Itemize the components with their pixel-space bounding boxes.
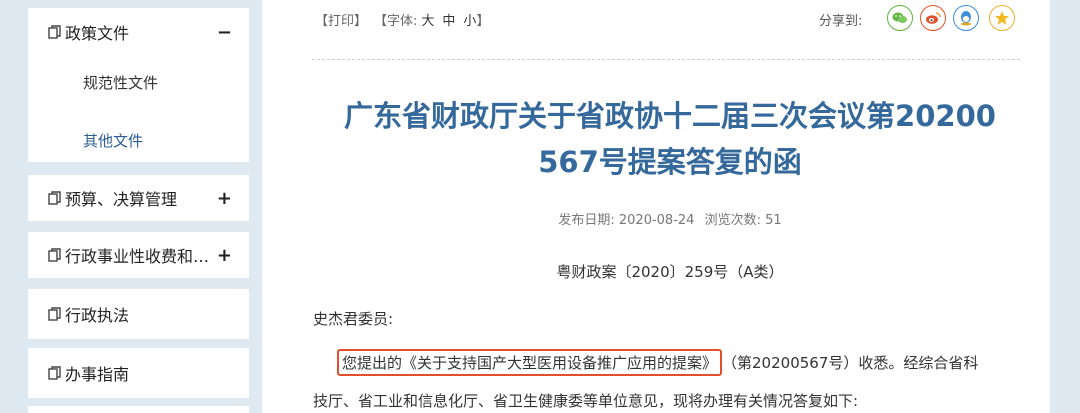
sidebar-item-label: 办事指南: [65, 365, 130, 384]
highlighted-proposal-title: 您提出的《关于支持国产大型医用设备推广应用的提案》: [337, 349, 723, 376]
document-icon: [48, 191, 61, 205]
paragraph-line-1: 您提出的《关于支持国产大型医用设备推广应用的提案》 （第20200567号）收悉。…: [337, 349, 978, 376]
sidebar: 政策文件 − 规范性文件 其他文件 预算、决算管理 + 行政事业性收费和… + …: [0, 0, 262, 413]
page-background-right: [1050, 0, 1080, 413]
nav-panel-guide: 办事指南: [28, 348, 249, 398]
font-medium-button[interactable]: 中: [442, 14, 455, 29]
sidebar-item-label: 政策文件: [65, 24, 130, 43]
paragraph-line-2: 技厅、省工业和信息化厅、省卫生健康委等单位意见，现将办理有关情况答复如下:: [313, 392, 859, 410]
sidebar-item-budget[interactable]: 预算、决算管理 +: [28, 180, 249, 216]
sidebar-subitem-other[interactable]: 其他文件: [83, 130, 143, 151]
font-size-controls: 【字体: 大中小】: [374, 10, 489, 29]
document-number: 粤财政案〔2020〕259号（A类）: [556, 263, 784, 281]
share-label: 分享到:: [819, 14, 863, 29]
article-meta: 发布日期: 2020-08-24 浏览次数: 51: [290, 209, 1050, 228]
font-size-label: 【字体:: [374, 14, 418, 29]
article-title: 广东省财政厅关于省政协十二届三次会议第20200 567号提案答复的函: [290, 93, 1050, 185]
font-small-button[interactable]: 小: [463, 14, 476, 29]
sidebar-subitem-normative[interactable]: 规范性文件: [83, 72, 158, 93]
sidebar-item-label: 行政事业性收费和…: [65, 247, 210, 266]
print-button[interactable]: 【打印】: [315, 10, 367, 29]
publish-date-label: 发布日期:: [558, 213, 615, 228]
article-title-line1: 广东省财政厅关于省政协十二届三次会议第20200: [344, 99, 996, 133]
sidebar-item-policy-files[interactable]: 政策文件 −: [28, 14, 249, 50]
view-count: 51: [765, 213, 782, 228]
nav-panel-next: [28, 406, 249, 413]
view-count-label: 浏览次数:: [704, 213, 761, 228]
article-title-line2: 567号提案答复的函: [538, 145, 802, 179]
expand-toggle[interactable]: +: [217, 188, 232, 209]
paragraph-text: （第20200567号）收悉。经综合省科: [722, 354, 979, 372]
toolbar-divider: [312, 59, 1020, 60]
letter-greeting: 史杰君委员:: [313, 310, 394, 328]
nav-panel-budget: 预算、决算管理 +: [28, 175, 249, 221]
sidebar-item-label: 行政执法: [65, 306, 130, 325]
font-large-button[interactable]: 大: [421, 14, 434, 29]
nav-panel-enforcement: 行政执法: [28, 289, 249, 339]
nav-panel-policy: 政策文件 − 规范性文件 其他文件: [28, 8, 249, 162]
wechat-icon[interactable]: [887, 5, 913, 31]
sidebar-item-enforcement[interactable]: 行政执法: [28, 296, 249, 332]
collapse-toggle[interactable]: −: [217, 22, 232, 43]
font-size-bracket: 】: [476, 14, 490, 29]
document-icon: [48, 25, 61, 39]
nav-panel-fees: 行政事业性收费和… +: [28, 232, 249, 278]
qzone-icon[interactable]: [989, 5, 1015, 31]
sidebar-item-guide[interactable]: 办事指南: [28, 355, 249, 391]
qq-icon[interactable]: [953, 5, 979, 31]
document-icon: [48, 307, 61, 321]
sidebar-item-fees[interactable]: 行政事业性收费和… +: [28, 237, 249, 273]
publish-date: 2020-08-24: [618, 213, 695, 228]
sidebar-item-label: 预算、决算管理: [65, 190, 178, 209]
document-icon: [48, 366, 61, 380]
expand-toggle[interactable]: +: [217, 245, 232, 266]
weibo-icon[interactable]: [920, 5, 946, 31]
document-icon: [48, 248, 61, 262]
